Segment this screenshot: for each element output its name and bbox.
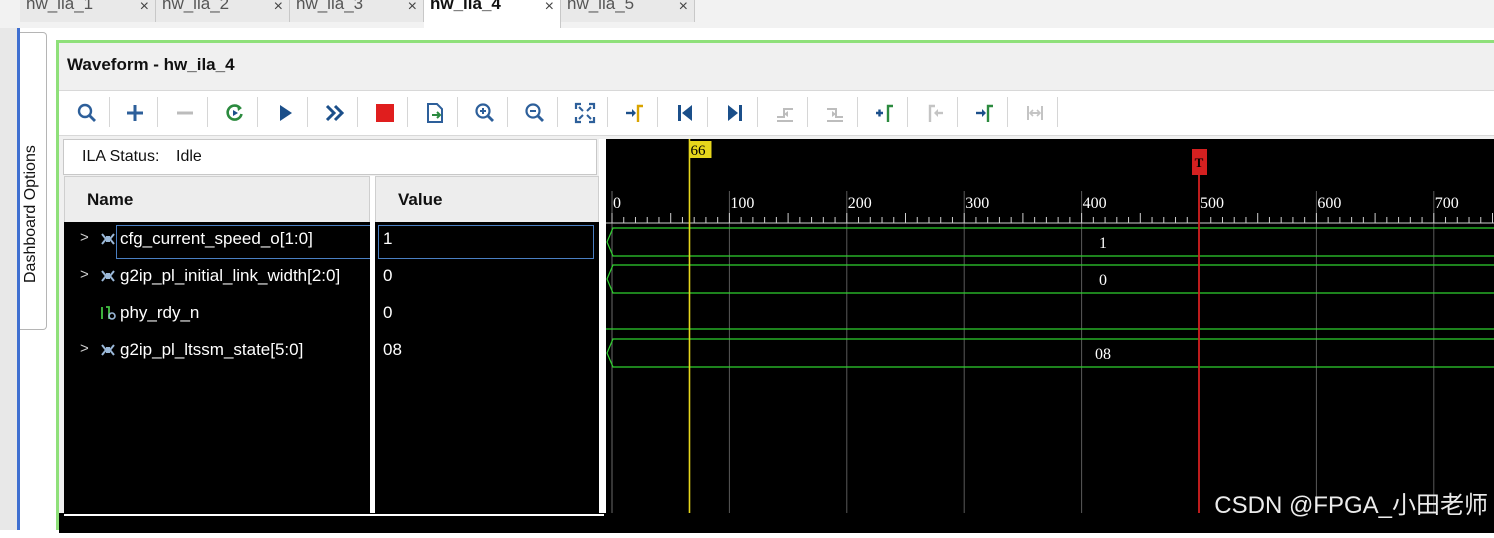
next-transition-icon[interactable] [819, 97, 851, 129]
signal-value: 0 [383, 303, 393, 322]
tick-label: 700 [1435, 195, 1459, 212]
run-trigger-icon[interactable] [219, 97, 251, 129]
stop-icon[interactable] [369, 97, 401, 129]
ila-status-value: Idle [176, 148, 202, 165]
add-marker-icon[interactable] [869, 97, 901, 129]
signal-name: g2ip_pl_initial_link_width[2:0] [120, 266, 341, 285]
close-icon[interactable]: × [545, 0, 554, 16]
bus-value-label: 1 [1099, 235, 1107, 252]
signal-selection-highlight [116, 225, 372, 259]
bit-signal-icon [101, 306, 116, 320]
expand-chevron-icon[interactable]: > [80, 266, 89, 283]
zoom-out-icon[interactable] [519, 97, 551, 129]
tab-strip: hw_ila_1 × hw_ila_2 × hw_ila_3 × hw_ila_… [0, 0, 1494, 28]
trigger-label: T [1195, 155, 1204, 170]
signal-row[interactable]: > g2ip_pl_initial_link_width[2:0] [64, 259, 370, 296]
search-icon[interactable] [71, 97, 103, 129]
ila-status-label: ILA Status: [82, 148, 160, 165]
signal-name: phy_rdy_n [120, 303, 200, 322]
zoom-in-icon[interactable] [469, 97, 501, 129]
signal-row[interactable]: > g2ip_pl_ltssm_state[5:0] [64, 333, 370, 370]
dashboard-options-tab[interactable]: Dashboard Options [20, 32, 47, 330]
value-column-header[interactable]: Value [375, 176, 599, 223]
tab-label: hw_ila_5 [567, 0, 635, 13]
dashboard-options-label: Dashboard Options [22, 145, 39, 283]
tab-label: hw_ila_1 [26, 0, 94, 13]
tick-label: 100 [730, 195, 754, 212]
value-column-label: Value [398, 190, 443, 209]
swap-cursor-icon[interactable] [1019, 97, 1051, 129]
go-to-cursor-icon[interactable] [619, 97, 651, 129]
tab-label: hw_ila_2 [162, 0, 230, 13]
tab-hw-ila-5[interactable]: hw_ila_5 × [561, 0, 695, 22]
signal-value: 08 [383, 340, 402, 359]
expand-chevron-icon[interactable]: > [80, 340, 89, 357]
signal-name: g2ip_pl_ltssm_state[5:0] [120, 340, 304, 359]
run-icon[interactable] [269, 97, 301, 129]
value-row[interactable]: 0 [375, 296, 599, 333]
run-immediate-icon[interactable] [319, 97, 351, 129]
watermark-text: CSDN @FPGA_小田老师 [1214, 492, 1488, 519]
bus-signal-icon [101, 344, 115, 356]
bus-waveform [606, 264, 1494, 294]
close-icon[interactable]: × [274, 0, 283, 16]
previous-transition-icon[interactable] [769, 97, 801, 129]
bus-waveform [606, 227, 1494, 257]
footer-divider [64, 514, 604, 516]
value-row[interactable]: 08 [375, 333, 599, 370]
value-row[interactable]: 0 [375, 259, 599, 296]
expand-chevron-icon[interactable]: > [80, 229, 89, 246]
waveform-toolbar [59, 90, 1494, 136]
export-icon[interactable] [419, 97, 451, 129]
left-side-strip [0, 28, 18, 530]
waveform-plot[interactable]: 0 100 200 300 400 500 600 700 1 0 08 66 T [606, 139, 1494, 533]
waveform-title: Waveform - hw_ila_4 [67, 55, 235, 74]
bus-waveform [606, 338, 1494, 368]
next-marker-icon[interactable] [969, 97, 1001, 129]
signal-name-list: > cfg_current_speed_o[1:0] > g2ip_pl_ini… [64, 222, 372, 515]
ila-status-field: ILA Status: Idle [63, 139, 597, 175]
close-icon[interactable]: × [140, 0, 149, 16]
add-icon[interactable] [119, 97, 151, 129]
tick-label: 200 [848, 195, 872, 212]
zoom-fit-icon[interactable] [569, 97, 601, 129]
name-column-header[interactable]: Name [64, 176, 370, 223]
go-to-end-icon[interactable] [719, 97, 751, 129]
go-to-start-icon[interactable] [669, 97, 701, 129]
previous-marker-icon[interactable] [919, 97, 951, 129]
remove-icon[interactable] [169, 97, 201, 129]
tick-label: 400 [1083, 195, 1107, 212]
tab-hw-ila-4[interactable]: hw_ila_4 × [424, 0, 561, 28]
bus-signal-icon [101, 233, 115, 245]
bus-value-label: 08 [1095, 346, 1111, 363]
close-icon[interactable]: × [679, 0, 688, 16]
signal-value: 0 [383, 266, 393, 285]
tick-label: 300 [965, 195, 989, 212]
tick-label: 500 [1200, 195, 1224, 212]
tick-label: 0 [613, 195, 621, 212]
value-selection-highlight [378, 225, 594, 259]
name-column-label: Name [87, 190, 134, 209]
cursor-label: 66 [690, 143, 706, 159]
signal-value-list: 1 0 0 08 [375, 222, 599, 515]
tab-hw-ila-2[interactable]: hw_ila_2 × [156, 0, 290, 22]
bus-signal-icon [101, 270, 115, 282]
waveform-splitter[interactable] [599, 139, 606, 533]
close-icon[interactable]: × [408, 0, 417, 16]
signal-row[interactable]: phy_rdy_n [64, 296, 370, 333]
tab-hw-ila-3[interactable]: hw_ila_3 × [290, 0, 424, 22]
bus-value-label: 0 [1099, 272, 1107, 289]
waveform-canvas[interactable]: 0 100 200 300 400 500 600 700 1 0 08 66 T [606, 139, 1494, 533]
waveform-panel: Waveform - hw_ila_4 ILA Status: Idle Nam… [56, 40, 1494, 533]
tab-hw-ila-1[interactable]: hw_ila_1 × [20, 0, 156, 22]
tab-label: hw_ila_3 [296, 0, 364, 13]
tab-label: hw_ila_4 [430, 0, 501, 13]
tick-label: 600 [1317, 195, 1341, 212]
